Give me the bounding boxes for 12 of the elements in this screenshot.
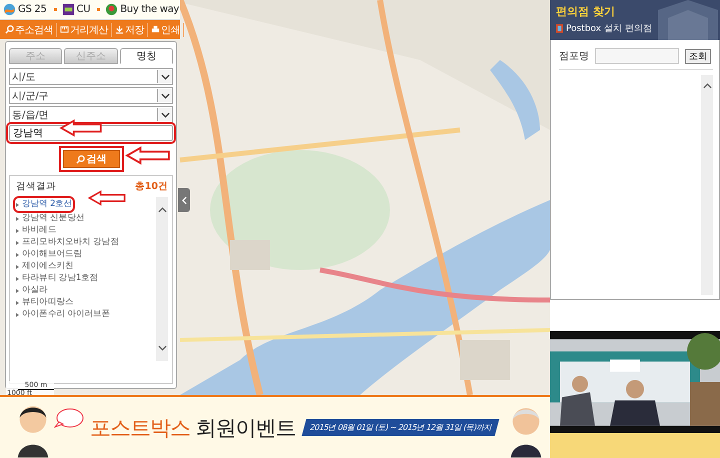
panel-subtitle: Postbox 설치 편의점 <box>566 23 652 35</box>
speech-bubble-drawing <box>54 408 84 428</box>
field-label: 점포명 <box>559 50 589 63</box>
lookup-button[interactable]: 조회 <box>685 48 711 64</box>
door-icon <box>556 24 563 33</box>
banner[interactable]: 포스트박스 회원이벤트 2015년 08월 01일 (토) ~ 2015년 12월 31일 (목)까지 <box>0 395 550 458</box>
date-ribbon: 2015년 08월 01일 (토) ~ 2015년 12월 31일 (목)까지 <box>301 419 500 436</box>
store-name-field[interactable] <box>595 48 679 64</box>
banner-title: 포스트박스 회원이벤트 <box>90 414 296 442</box>
scrollbar[interactable] <box>701 75 713 295</box>
chevron-up-icon <box>702 83 712 89</box>
panel-title: 편의점 찾기 <box>556 4 616 19</box>
